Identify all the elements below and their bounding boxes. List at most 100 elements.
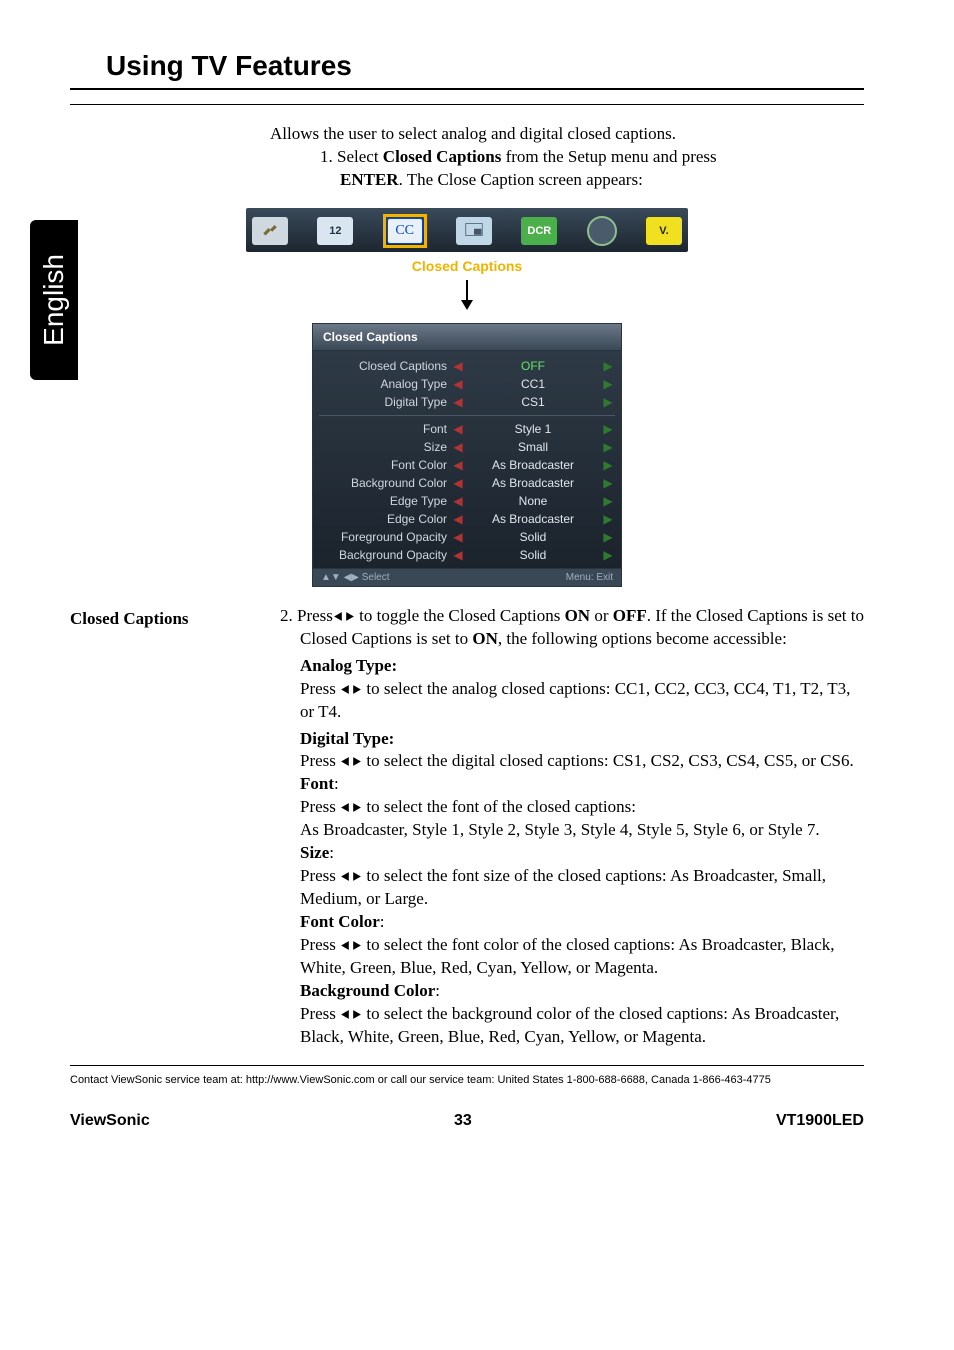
cc-option-value: CS1: [469, 395, 597, 409]
size-colon: :: [329, 843, 334, 862]
step-2-or: or: [590, 606, 613, 625]
closed-captions-panel-footer: ▲▼ ◀▶ Select Menu: Exit: [312, 569, 622, 587]
dcr-icon: DCR: [521, 217, 557, 245]
left-arrow-icon: ◀: [453, 440, 463, 454]
right-arrow-icon: ▶: [603, 512, 613, 526]
osd-top-menu-label: Closed Captions: [70, 258, 864, 274]
font-color-colon: :: [380, 912, 385, 931]
right-arrow-icon: ▶: [603, 359, 613, 373]
digital-pre: Press: [300, 751, 340, 770]
step-2-mid1: to toggle the Closed Captions: [355, 606, 565, 625]
step-1-bold-closed-captions: Closed Captions: [383, 147, 502, 166]
font-colon: :: [334, 774, 339, 793]
cc-option-label: Analog Type: [321, 377, 447, 391]
left-right-arrow-icon: [340, 866, 362, 885]
size-body-text: to select the font size of the closed ca…: [300, 866, 826, 908]
cc-option-value: None: [469, 494, 597, 508]
digital-type-heading: Digital Type:: [300, 728, 864, 751]
font-color-heading: Font Color: [300, 912, 380, 931]
font-pre: Press: [300, 797, 340, 816]
right-arrow-icon: ▶: [603, 377, 613, 391]
right-arrow-icon: ▶: [603, 458, 613, 472]
right-arrow-icon: ▶: [603, 494, 613, 508]
digital-type-body: Press to select the digital closed capti…: [300, 750, 864, 773]
analog-type-body: Press to select the analog closed captio…: [300, 678, 864, 724]
step-2-on: ON: [565, 606, 591, 625]
footer-brand: ViewSonic: [70, 1112, 150, 1130]
section-title: Using TV Features: [106, 50, 864, 82]
title-rule: [70, 88, 864, 90]
service-contact-line: Contact ViewSonic service team at: http:…: [70, 1074, 864, 1086]
cc-icon: CC: [387, 218, 423, 244]
panel-divider: [319, 415, 615, 416]
step-1-mid: from the Setup menu and press: [501, 147, 716, 166]
cc-option-row: Background Color◀As Broadcaster▶: [319, 474, 615, 492]
background-color-colon: :: [435, 981, 440, 1000]
left-arrow-icon: ◀: [453, 377, 463, 391]
pip-icon: [456, 217, 492, 245]
cc-option-label: Background Color: [321, 476, 447, 490]
v-icon: V.: [646, 217, 682, 245]
margin-heading-closed-captions: Closed Captions: [70, 605, 270, 1049]
options-body: 2. Press to toggle the Closed Captions O…: [280, 605, 864, 1049]
down-arrow-icon: [70, 280, 864, 315]
osd-top-menu-strip: 12 CC DCR V.: [246, 208, 688, 252]
cc-option-label: Font Color: [321, 458, 447, 472]
step-1: 1. Select Closed Captions from the Setup…: [320, 146, 864, 192]
cc-option-row: Size◀Small▶: [319, 438, 615, 456]
cc-option-row: Font◀Style 1▶: [319, 420, 615, 438]
cc-option-value: OFF: [469, 359, 597, 373]
step-2-cont-pre: Closed Captions is set to: [300, 629, 472, 648]
step-1-prefix: 1. Select: [320, 147, 383, 166]
step-2-off: OFF: [613, 606, 647, 625]
cc-option-label: Size: [321, 440, 447, 454]
font-body: Press to select the font of the closed c…: [300, 796, 864, 842]
step-2-tail: , the following options become accessibl…: [498, 629, 787, 648]
analog-body-text: to select the analog closed captions: CC…: [300, 679, 850, 721]
intro-text: Allows the user to select analog and dig…: [270, 123, 864, 146]
analog-type-heading: Analog Type:: [300, 655, 864, 678]
closed-captions-panel-title: Closed Captions: [312, 323, 622, 351]
cc-option-row: Edge Color◀As Broadcaster▶: [319, 510, 615, 528]
panel-footer-right: Menu: Exit: [566, 572, 613, 583]
left-right-arrow-icon: [333, 606, 355, 625]
page-footer: ViewSonic 33 VT1900LED: [70, 1112, 864, 1130]
right-arrow-icon: ▶: [603, 395, 613, 409]
cc-option-row: Foreground Opacity◀Solid▶: [319, 528, 615, 546]
cc-option-label: Edge Type: [321, 494, 447, 508]
cc-option-value: As Broadcaster: [469, 512, 597, 526]
font-heading-line: Font:: [300, 773, 864, 796]
step-1-suffix: . The Close Caption screen appears:: [399, 170, 643, 189]
right-arrow-icon: ▶: [603, 440, 613, 454]
left-right-arrow-icon: [340, 679, 362, 698]
step-2-on2: ON: [472, 629, 498, 648]
left-right-arrow-icon: [340, 1004, 362, 1023]
cc-option-label: Foreground Opacity: [321, 530, 447, 544]
digital-body-text: to select the digital closed captions: C…: [362, 751, 854, 770]
cc-option-label: Closed Captions: [321, 359, 447, 373]
left-arrow-icon: ◀: [453, 530, 463, 544]
background-color-heading-line: Background Color:: [300, 980, 864, 1003]
analog-pre: Press: [300, 679, 340, 698]
cc-option-value: Style 1: [469, 422, 597, 436]
size-pre: Press: [300, 866, 340, 885]
right-arrow-icon: ▶: [603, 476, 613, 490]
setup-icon: [252, 217, 288, 245]
cc-option-label: Digital Type: [321, 395, 447, 409]
font-body-text1: to select the font of the closed caption…: [362, 797, 636, 816]
background-color-body-text: to select the background color of the cl…: [300, 1004, 839, 1046]
cc-option-value: Solid: [469, 548, 597, 562]
manual-page: English Using TV Features Allows the use…: [0, 0, 954, 1350]
left-arrow-icon: ◀: [453, 359, 463, 373]
right-arrow-icon: ▶: [603, 548, 613, 562]
cc-option-value: As Broadcaster: [469, 458, 597, 472]
language-side-tab-label: English: [38, 254, 70, 346]
cc-option-label: Font: [321, 422, 447, 436]
left-arrow-icon: ◀: [453, 494, 463, 508]
font-body-text2: As Broadcaster, Style 1, Style 2, Style …: [300, 820, 820, 839]
cc-option-row: Edge Type ◀ None ▶: [319, 492, 615, 510]
background-color-pre: Press: [300, 1004, 340, 1023]
closed-captions-panel-body: Closed Captions◀OFF▶Analog Type◀CC1▶Digi…: [312, 351, 622, 569]
panel-footer-left: ▲▼ ◀▶ Select: [321, 572, 390, 583]
font-color-body-text: to select the font color of the closed c…: [300, 935, 835, 977]
